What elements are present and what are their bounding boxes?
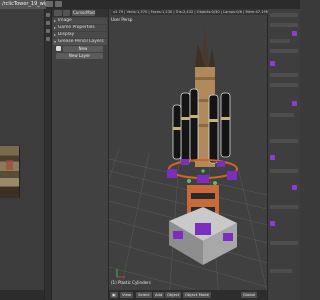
editor-type-button[interactable]: ▣ bbox=[110, 292, 118, 298]
viewport-info-bar: v2.79 | Verts:1,370 | Faces:1,230 | Tris… bbox=[111, 9, 269, 15]
panel-image-label: Image bbox=[58, 18, 72, 23]
prop-row-3[interactable] bbox=[270, 49, 298, 53]
view-menu[interactable]: View bbox=[120, 292, 134, 298]
active-object-label: (1) Plastic Cylinders bbox=[111, 280, 151, 285]
properties-header: CursorMaster bbox=[52, 9, 108, 17]
grease-new-button[interactable]: New bbox=[63, 46, 103, 52]
object-menu[interactable]: Object bbox=[165, 292, 182, 298]
prop-row-6[interactable] bbox=[270, 113, 294, 117]
panel-game-properties-label: Game Properties bbox=[58, 25, 95, 30]
vertical-toolbar bbox=[45, 9, 52, 300]
editor-type-icon[interactable] bbox=[46, 1, 53, 7]
prop-purple-icon-5[interactable] bbox=[292, 185, 297, 190]
panel-display[interactable]: ▸ Display bbox=[53, 32, 107, 38]
mode-dropdown[interactable]: Object Mode bbox=[183, 292, 211, 298]
tool-icon-2[interactable] bbox=[46, 21, 50, 25]
tool-icon-3[interactable] bbox=[46, 29, 50, 33]
transform-orientation-dropdown[interactable]: Global bbox=[241, 292, 258, 298]
prop-row-2[interactable] bbox=[270, 39, 290, 43]
right-header-row bbox=[270, 13, 298, 17]
view-perspective-label: User Persp bbox=[111, 17, 133, 22]
viewport-scene bbox=[109, 25, 267, 300]
texture-preview bbox=[0, 146, 20, 198]
prop-purple-icon-1[interactable] bbox=[292, 31, 297, 36]
chevron-down-icon: ▾ bbox=[54, 39, 57, 44]
header-icon-button[interactable] bbox=[63, 10, 70, 16]
panel-game-properties[interactable]: ▸ Game Properties bbox=[53, 25, 107, 31]
menu-icon[interactable] bbox=[55, 1, 62, 7]
prop-purple-icon-2[interactable] bbox=[270, 61, 275, 66]
prop-purple-icon-3[interactable] bbox=[292, 101, 297, 106]
prop-row-11[interactable] bbox=[270, 269, 292, 273]
prop-row-1[interactable] bbox=[270, 23, 298, 27]
chevron-right-icon: ▸ bbox=[54, 32, 57, 37]
tool-icon-1[interactable] bbox=[46, 13, 50, 17]
prop-row-10[interactable] bbox=[270, 241, 298, 245]
texture-accent bbox=[6, 160, 13, 170]
cursor-master-dropdown[interactable]: CursorMaster bbox=[72, 10, 95, 16]
prop-row-5[interactable] bbox=[270, 83, 298, 87]
image-editor-footer bbox=[0, 290, 44, 300]
prop-row-7[interactable] bbox=[270, 139, 298, 143]
prop-purple-icon-6[interactable] bbox=[270, 221, 275, 226]
panel-image[interactable]: ▸ Image bbox=[53, 18, 107, 24]
viewport-header: ▣ View Select Add Object Object Mode Glo… bbox=[109, 290, 267, 300]
prop-row-4[interactable] bbox=[270, 73, 298, 77]
prop-row-9[interactable] bbox=[270, 205, 298, 209]
chevron-right-icon: ▸ bbox=[54, 18, 57, 23]
add-menu[interactable]: Add bbox=[153, 292, 165, 298]
prop-purple-icon-4[interactable] bbox=[270, 155, 275, 160]
tool-icon-4[interactable] bbox=[46, 37, 50, 41]
right-properties-panel bbox=[268, 9, 300, 300]
new-layer-button[interactable]: New Layer bbox=[56, 53, 103, 59]
3d-viewport[interactable] bbox=[109, 9, 268, 300]
prop-row-8[interactable] bbox=[270, 169, 298, 173]
panel-grease-pencil-label: Grease Pencil Layers bbox=[58, 39, 104, 44]
view-menu-button[interactable] bbox=[54, 10, 62, 16]
grease-pencil-icon[interactable] bbox=[56, 46, 61, 51]
panel-display-label: Display bbox=[58, 32, 75, 37]
window-title: /rclicTower_19_wip1.blend bbox=[0, 0, 46, 9]
panel-grease-pencil-layers[interactable]: ▾ Grease Pencil Layers bbox=[53, 39, 107, 45]
select-menu[interactable]: Select bbox=[136, 292, 152, 298]
chevron-right-icon: ▸ bbox=[54, 25, 57, 30]
